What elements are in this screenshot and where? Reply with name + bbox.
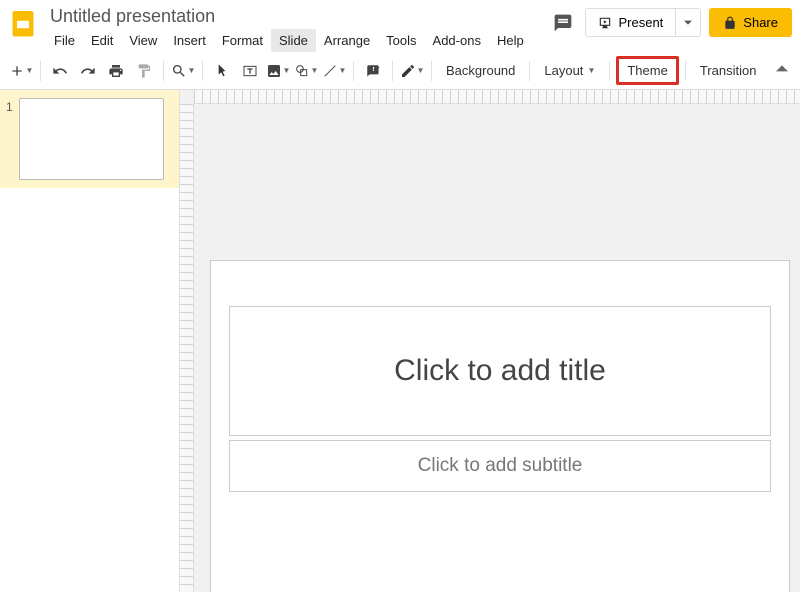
chevron-up-icon (776, 63, 788, 75)
print-button[interactable] (103, 58, 129, 84)
slide-panel: 1 (0, 90, 180, 592)
menu-format[interactable]: Format (214, 29, 271, 52)
slide-canvas[interactable]: Click to add title Click to add subtitle (210, 260, 790, 592)
undo-button[interactable] (47, 58, 73, 84)
collapse-toolbar-button[interactable] (772, 58, 792, 84)
menu-slide[interactable]: Slide (271, 29, 316, 52)
pen-tool[interactable]: ▼ (399, 58, 425, 84)
zoom-button[interactable]: ▼ (170, 58, 196, 84)
paint-format-button[interactable] (131, 58, 157, 84)
select-tool[interactable] (209, 58, 235, 84)
comment-tool[interactable] (360, 58, 386, 84)
slide-thumbnail[interactable]: 1 (0, 90, 179, 188)
slides-logo[interactable] (8, 8, 38, 38)
menu-help[interactable]: Help (489, 29, 532, 52)
layout-button[interactable]: Layout▼ (536, 59, 603, 82)
toolbar: ▼ ▼ ▼ ▼ ▼ ▼ Background Layout▼ Theme Tra… (0, 52, 800, 90)
present-label: Present (618, 15, 663, 30)
image-tool[interactable]: ▼ (265, 58, 291, 84)
layout-label: Layout (544, 63, 583, 78)
menu-insert[interactable]: Insert (165, 29, 214, 52)
present-button[interactable]: Present (586, 9, 675, 36)
menu-addons[interactable]: Add-ons (425, 29, 489, 52)
shape-tool[interactable]: ▼ (293, 58, 319, 84)
share-button[interactable]: Share (709, 8, 792, 37)
lock-icon (723, 16, 737, 30)
menu-arrange[interactable]: Arrange (316, 29, 378, 52)
line-tool[interactable]: ▼ (321, 58, 347, 84)
background-button[interactable]: Background (438, 59, 523, 82)
subtitle-placeholder[interactable]: Click to add subtitle (229, 440, 771, 492)
menubar: File Edit View Insert Format Slide Arran… (46, 29, 549, 52)
menu-edit[interactable]: Edit (83, 29, 121, 52)
menu-file[interactable]: File (46, 29, 83, 52)
vertical-ruler (180, 104, 194, 592)
subtitle-text: Click to add subtitle (418, 455, 583, 477)
title-placeholder[interactable]: Click to add title (229, 306, 771, 436)
transition-button[interactable]: Transition (692, 59, 765, 82)
caret-down-icon (684, 19, 692, 27)
present-icon (598, 16, 612, 30)
horizontal-ruler (194, 90, 800, 104)
share-label: Share (743, 15, 778, 30)
redo-button[interactable] (75, 58, 101, 84)
comments-button[interactable] (549, 9, 577, 37)
new-slide-button[interactable]: ▼ (8, 58, 34, 84)
document-title[interactable]: Untitled presentation (46, 6, 549, 27)
title-text: Click to add title (394, 354, 606, 388)
slide-preview[interactable] (19, 98, 164, 180)
slide-number: 1 (6, 100, 13, 180)
canvas: Click to add title Click to add subtitle (180, 90, 800, 592)
present-dropdown[interactable] (675, 9, 700, 36)
menu-view[interactable]: View (121, 29, 165, 52)
textbox-tool[interactable] (237, 58, 263, 84)
theme-button[interactable]: Theme (616, 56, 678, 85)
menu-tools[interactable]: Tools (378, 29, 424, 52)
